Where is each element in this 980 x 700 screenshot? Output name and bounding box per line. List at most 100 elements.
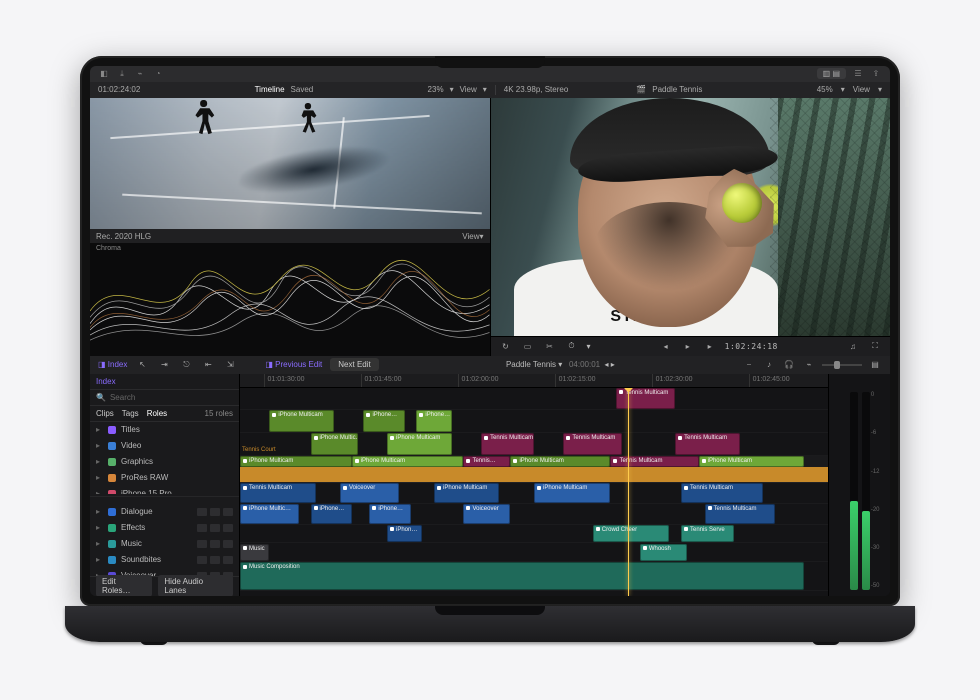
project-name[interactable]: Paddle Tennis (652, 85, 702, 94)
keyword-icon[interactable]: ⌁ (134, 68, 146, 80)
role-row[interactable]: ▸Graphics (90, 454, 239, 470)
program-viewer[interactable]: STR (491, 98, 891, 336)
clip[interactable]: iPhone… (416, 410, 451, 432)
audio-skim-icon[interactable]: ♪ (762, 358, 776, 372)
solo-icon[interactable]: 🎧 (782, 358, 796, 372)
clip[interactable]: iPhon… (387, 525, 422, 543)
skimming-icon[interactable]: ⎯ (742, 358, 756, 372)
role-row[interactable]: ▸Dialogue (90, 504, 239, 520)
timeline-lane[interactable]: Music Whoosh (240, 544, 828, 563)
clip[interactable]: Tennis Serve (681, 525, 734, 543)
video-scope[interactable] (90, 254, 490, 355)
audio-meter-icon[interactable]: ♫ (846, 339, 860, 353)
clip[interactable]: iPhone Multicam (387, 433, 452, 455)
trim-tool-icon[interactable]: ⇥ (157, 358, 171, 372)
timeline-lane[interactable]: Tennis Multicam Voiceover iPhone Multicam i… (240, 483, 828, 504)
clip-appearance-icon[interactable]: ▤ (868, 358, 882, 372)
clip[interactable]: Voiceover (340, 483, 399, 503)
clip[interactable]: Voiceover (463, 504, 510, 524)
timeline-tracks[interactable]: Tennis MulticamiPhone MulticamiPhone…iPh… (240, 388, 828, 596)
loop-icon[interactable]: ↻ (499, 339, 513, 353)
clip[interactable]: Tennis Multicam (705, 504, 776, 524)
retime-icon[interactable]: ⏱ (565, 339, 579, 353)
timeline-ruler[interactable]: 01:01:30:0001:01:45:0001:02:00:0001:02:1… (240, 374, 828, 388)
clip[interactable]: Tennis… (463, 456, 510, 466)
background-tasks-icon[interactable]: ◔ (152, 68, 164, 80)
clip[interactable]: Tennis Multicam (481, 433, 534, 455)
role-row[interactable]: ▸Video (90, 438, 239, 454)
timeline-lane[interactable]: Music Composition (240, 562, 828, 591)
previous-edit-button[interactable]: ◨ Previous Edit (265, 360, 322, 369)
viewer-zoom[interactable]: 45% (817, 85, 833, 94)
clip[interactable]: iPhone Multicam (510, 456, 610, 466)
role-row[interactable]: ▸iPhone 15 Pro (90, 486, 239, 494)
timeline-lane[interactable]: iPhone Multic… iPhone… iPhone… Voiceover Ten… (240, 504, 828, 525)
clip[interactable]: iPhone Multicam (352, 456, 464, 466)
clip[interactable]: Crowd Cheer (593, 525, 669, 543)
clip[interactable]: iPhone Multicam (434, 483, 499, 503)
clip[interactable]: Whoosh (640, 544, 687, 562)
timeline-lane[interactable]: iPhone Multicam iPhone… iPhone… (240, 410, 828, 433)
sidebar-toggle-icon[interactable]: ◧ (98, 68, 110, 80)
saved-tab[interactable]: Saved (291, 85, 314, 94)
next-frame-icon[interactable]: ▸ (703, 339, 717, 353)
prev-frame-icon[interactable]: ◂ (659, 339, 673, 353)
inspector-toggle-icon[interactable]: ☰ (852, 68, 864, 80)
timeline-zoom-slider[interactable] (822, 364, 862, 366)
layout-segmented[interactable]: ▥ ▤ (817, 68, 846, 79)
clip[interactable]: iPhone Multicam (699, 456, 805, 466)
fullscreen-icon[interactable]: ⛶ (868, 339, 882, 353)
viewer-timecode[interactable]: 1:02:24:18 (725, 342, 778, 351)
clip[interactable]: iPhone Multicam (534, 483, 610, 503)
browser-zoom[interactable]: 23% (428, 85, 444, 94)
clip[interactable]: Tennis Multicam (616, 388, 675, 410)
timeline-lane[interactable]: iPhon… Crowd Cheer Tennis Serve (240, 525, 828, 544)
event-browser-viewer[interactable] (90, 98, 490, 230)
timeline-lane[interactable]: Tennis Multicam (240, 388, 828, 411)
clip[interactable]: iPhone… (363, 410, 404, 432)
viewer-view-menu[interactable]: View (853, 85, 870, 94)
clip[interactable]: Tennis Multicam (675, 433, 740, 455)
primary-storyline[interactable]: Tennis CourtiPhone MulticamiPhone Multic… (240, 456, 828, 483)
scope-view-menu[interactable]: View (462, 232, 479, 241)
range-icon[interactable]: ▭ (521, 339, 535, 353)
play-icon[interactable]: ▸ (681, 339, 695, 353)
clip[interactable]: Tennis Multicam (240, 483, 316, 503)
clip[interactable]: Tennis Multicam (563, 433, 622, 455)
connect-tool-icon[interactable]: ⎋ (179, 358, 193, 372)
role-row[interactable]: ▸ProRes RAW (90, 470, 239, 486)
arrow-tool-icon[interactable]: ↖ (135, 358, 149, 372)
clip[interactable]: iPhone Multicam (269, 410, 334, 432)
timeline-project-name[interactable]: Paddle Tennis (506, 360, 556, 369)
index-toggle[interactable]: ◨ Index (98, 360, 127, 369)
role-row[interactable]: ▸Effects (90, 520, 239, 536)
role-row[interactable]: ▸Soundbites (90, 552, 239, 568)
browser-view-menu[interactable]: View (460, 85, 477, 94)
tab-roles[interactable]: Roles (147, 409, 167, 418)
hide-audio-lanes-button[interactable]: Hide Audio Lanes (158, 575, 233, 596)
index-search[interactable]: 🔍 Search (90, 390, 239, 406)
clip[interactable]: Music Composition (240, 562, 804, 590)
append-tool-icon[interactable]: ⇲ (223, 358, 237, 372)
role-row[interactable]: ▸Music (90, 536, 239, 552)
timeline-tab[interactable]: Timeline (255, 85, 285, 94)
clip[interactable]: iPhone… (369, 504, 410, 524)
snap-icon[interactable]: ⌁ (802, 358, 816, 372)
clip[interactable]: Tennis Multicam (681, 483, 763, 503)
timeline[interactable]: 01:01:30:0001:01:45:0001:02:00:0001:02:1… (240, 374, 828, 596)
insert-tool-icon[interactable]: ⇤ (201, 358, 215, 372)
share-icon[interactable]: ⇪ (870, 68, 882, 80)
tab-clips[interactable]: Clips (96, 409, 114, 418)
tab-tags[interactable]: Tags (122, 409, 139, 418)
role-row[interactable]: ▸Titles (90, 422, 239, 438)
timeline-lane[interactable]: iPhone Multic…iPhone MulticamTennis Mult… (240, 433, 828, 456)
import-icon[interactable]: ⤓ (116, 68, 128, 80)
tool-icon[interactable]: ✂ (543, 339, 557, 353)
next-edit-button[interactable]: Next Edit (330, 358, 378, 371)
clip[interactable]: iPhone Multic… (240, 504, 299, 524)
clip[interactable]: iPhone… (311, 504, 352, 524)
clip[interactable]: Tennis Multicam (610, 456, 698, 466)
clip[interactable]: iPhone Multicam (240, 456, 352, 466)
playhead[interactable] (628, 388, 629, 596)
clip[interactable]: Music (240, 544, 269, 562)
